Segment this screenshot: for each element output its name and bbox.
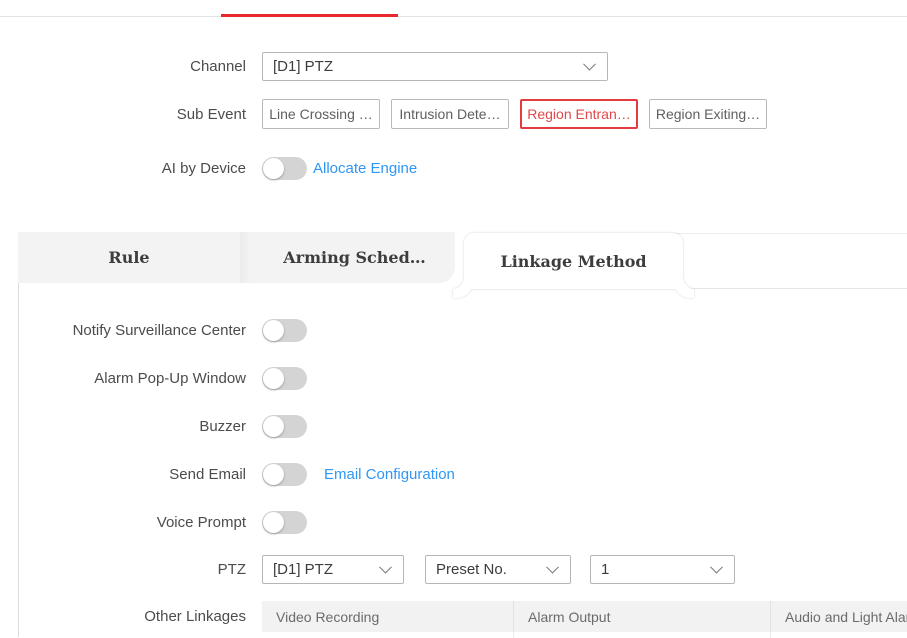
email-configuration-link[interactable]: Email Configuration — [324, 466, 455, 483]
sub-event-line-crossing-button[interactable]: Line Crossing … — [262, 99, 380, 129]
column-header-video-recording[interactable]: Video Recording — [262, 601, 514, 632]
other-linkages-header-row: Video Recording Alarm Output Audio and L… — [262, 601, 907, 632]
other-linkages-body-row — [262, 632, 907, 638]
toggle-knob — [263, 464, 284, 485]
tab-arming-schedule[interactable]: Arming Sched… — [254, 232, 455, 283]
buzzer-toggle[interactable] — [262, 415, 307, 438]
toggle-knob — [263, 320, 284, 341]
ptz-row: PTZ [D1] PTZ Preset No. 1 — [0, 554, 735, 584]
ptz-preset-number-select[interactable]: 1 — [590, 555, 735, 584]
ptz-preset-type-value: Preset No. — [436, 561, 507, 578]
chevron-down-icon — [583, 58, 596, 71]
ptz-camera-select-value: [D1] PTZ — [273, 561, 333, 578]
buzzer-label: Buzzer — [0, 418, 246, 435]
toggle-knob — [263, 416, 284, 437]
tab-divider — [240, 232, 254, 283]
voice-prompt-toggle[interactable] — [262, 511, 307, 534]
chevron-down-icon — [710, 561, 723, 574]
sub-event-region-entrance-button[interactable]: Region Entran… — [520, 99, 638, 129]
send-email-toggle[interactable] — [262, 463, 307, 486]
other-linkages-table: Video Recording Alarm Output Audio and L… — [262, 601, 907, 638]
toggle-knob — [263, 368, 284, 389]
tabstrip: Rule Arming Sched… Linkage Method — [18, 232, 907, 288]
alarm-popup-window-row: Alarm Pop-Up Window — [0, 366, 307, 390]
channel-row: Channel [D1] PTZ — [0, 51, 608, 81]
send-email-row: Send Email Email Configuration — [0, 462, 455, 486]
column-header-alarm-output[interactable]: Alarm Output — [514, 601, 771, 632]
ai-by-device-toggle[interactable] — [262, 157, 307, 180]
alarm-popup-window-label: Alarm Pop-Up Window — [0, 370, 246, 387]
sub-event-row: Sub Event Line Crossing … Intrusion Dete… — [0, 99, 778, 129]
channel-select[interactable]: [D1] PTZ — [262, 52, 608, 81]
sub-event-region-exiting-button[interactable]: Region Exiting… — [649, 99, 767, 129]
tab-linkage-method[interactable]: Linkage Method — [464, 233, 683, 289]
notify-surveillance-center-row: Notify Surveillance Center — [0, 318, 307, 342]
chevron-down-icon — [546, 561, 559, 574]
sub-event-label: Sub Event — [0, 106, 246, 123]
ptz-preset-number-value: 1 — [601, 561, 609, 578]
notify-surveillance-center-label: Notify Surveillance Center — [0, 322, 246, 339]
top-tabstrip-divider — [0, 16, 907, 17]
channel-label: Channel — [0, 58, 246, 75]
tab-rule[interactable]: Rule — [18, 232, 240, 283]
toggle-knob — [263, 158, 284, 179]
buzzer-row: Buzzer — [0, 414, 307, 438]
alarm-popup-window-toggle[interactable] — [262, 367, 307, 390]
ai-by-device-row: AI by Device Allocate Engine — [0, 156, 417, 180]
top-active-tab-indicator — [221, 14, 398, 17]
send-email-label: Send Email — [0, 466, 246, 483]
column-header-audio-light-alarm[interactable]: Audio and Light Alarm — [771, 601, 907, 632]
other-linkages-label: Other Linkages — [0, 608, 246, 625]
toggle-knob — [263, 512, 284, 533]
sub-event-intrusion-button[interactable]: Intrusion Dete… — [391, 99, 509, 129]
chevron-down-icon — [379, 561, 392, 574]
ptz-preset-type-select[interactable]: Preset No. — [425, 555, 571, 584]
channel-select-value: [D1] PTZ — [273, 58, 333, 75]
voice-prompt-label: Voice Prompt — [0, 514, 246, 531]
ptz-label: PTZ — [0, 561, 246, 578]
ptz-camera-select[interactable]: [D1] PTZ — [262, 555, 404, 584]
voice-prompt-row: Voice Prompt — [0, 510, 307, 534]
allocate-engine-link[interactable]: Allocate Engine — [313, 160, 417, 177]
notify-surveillance-center-toggle[interactable] — [262, 319, 307, 342]
ai-by-device-label: AI by Device — [0, 160, 246, 177]
other-linkages-row: Other Linkages — [0, 601, 246, 632]
panel-top-border — [665, 288, 907, 289]
tabstrip-top-border — [665, 233, 907, 234]
